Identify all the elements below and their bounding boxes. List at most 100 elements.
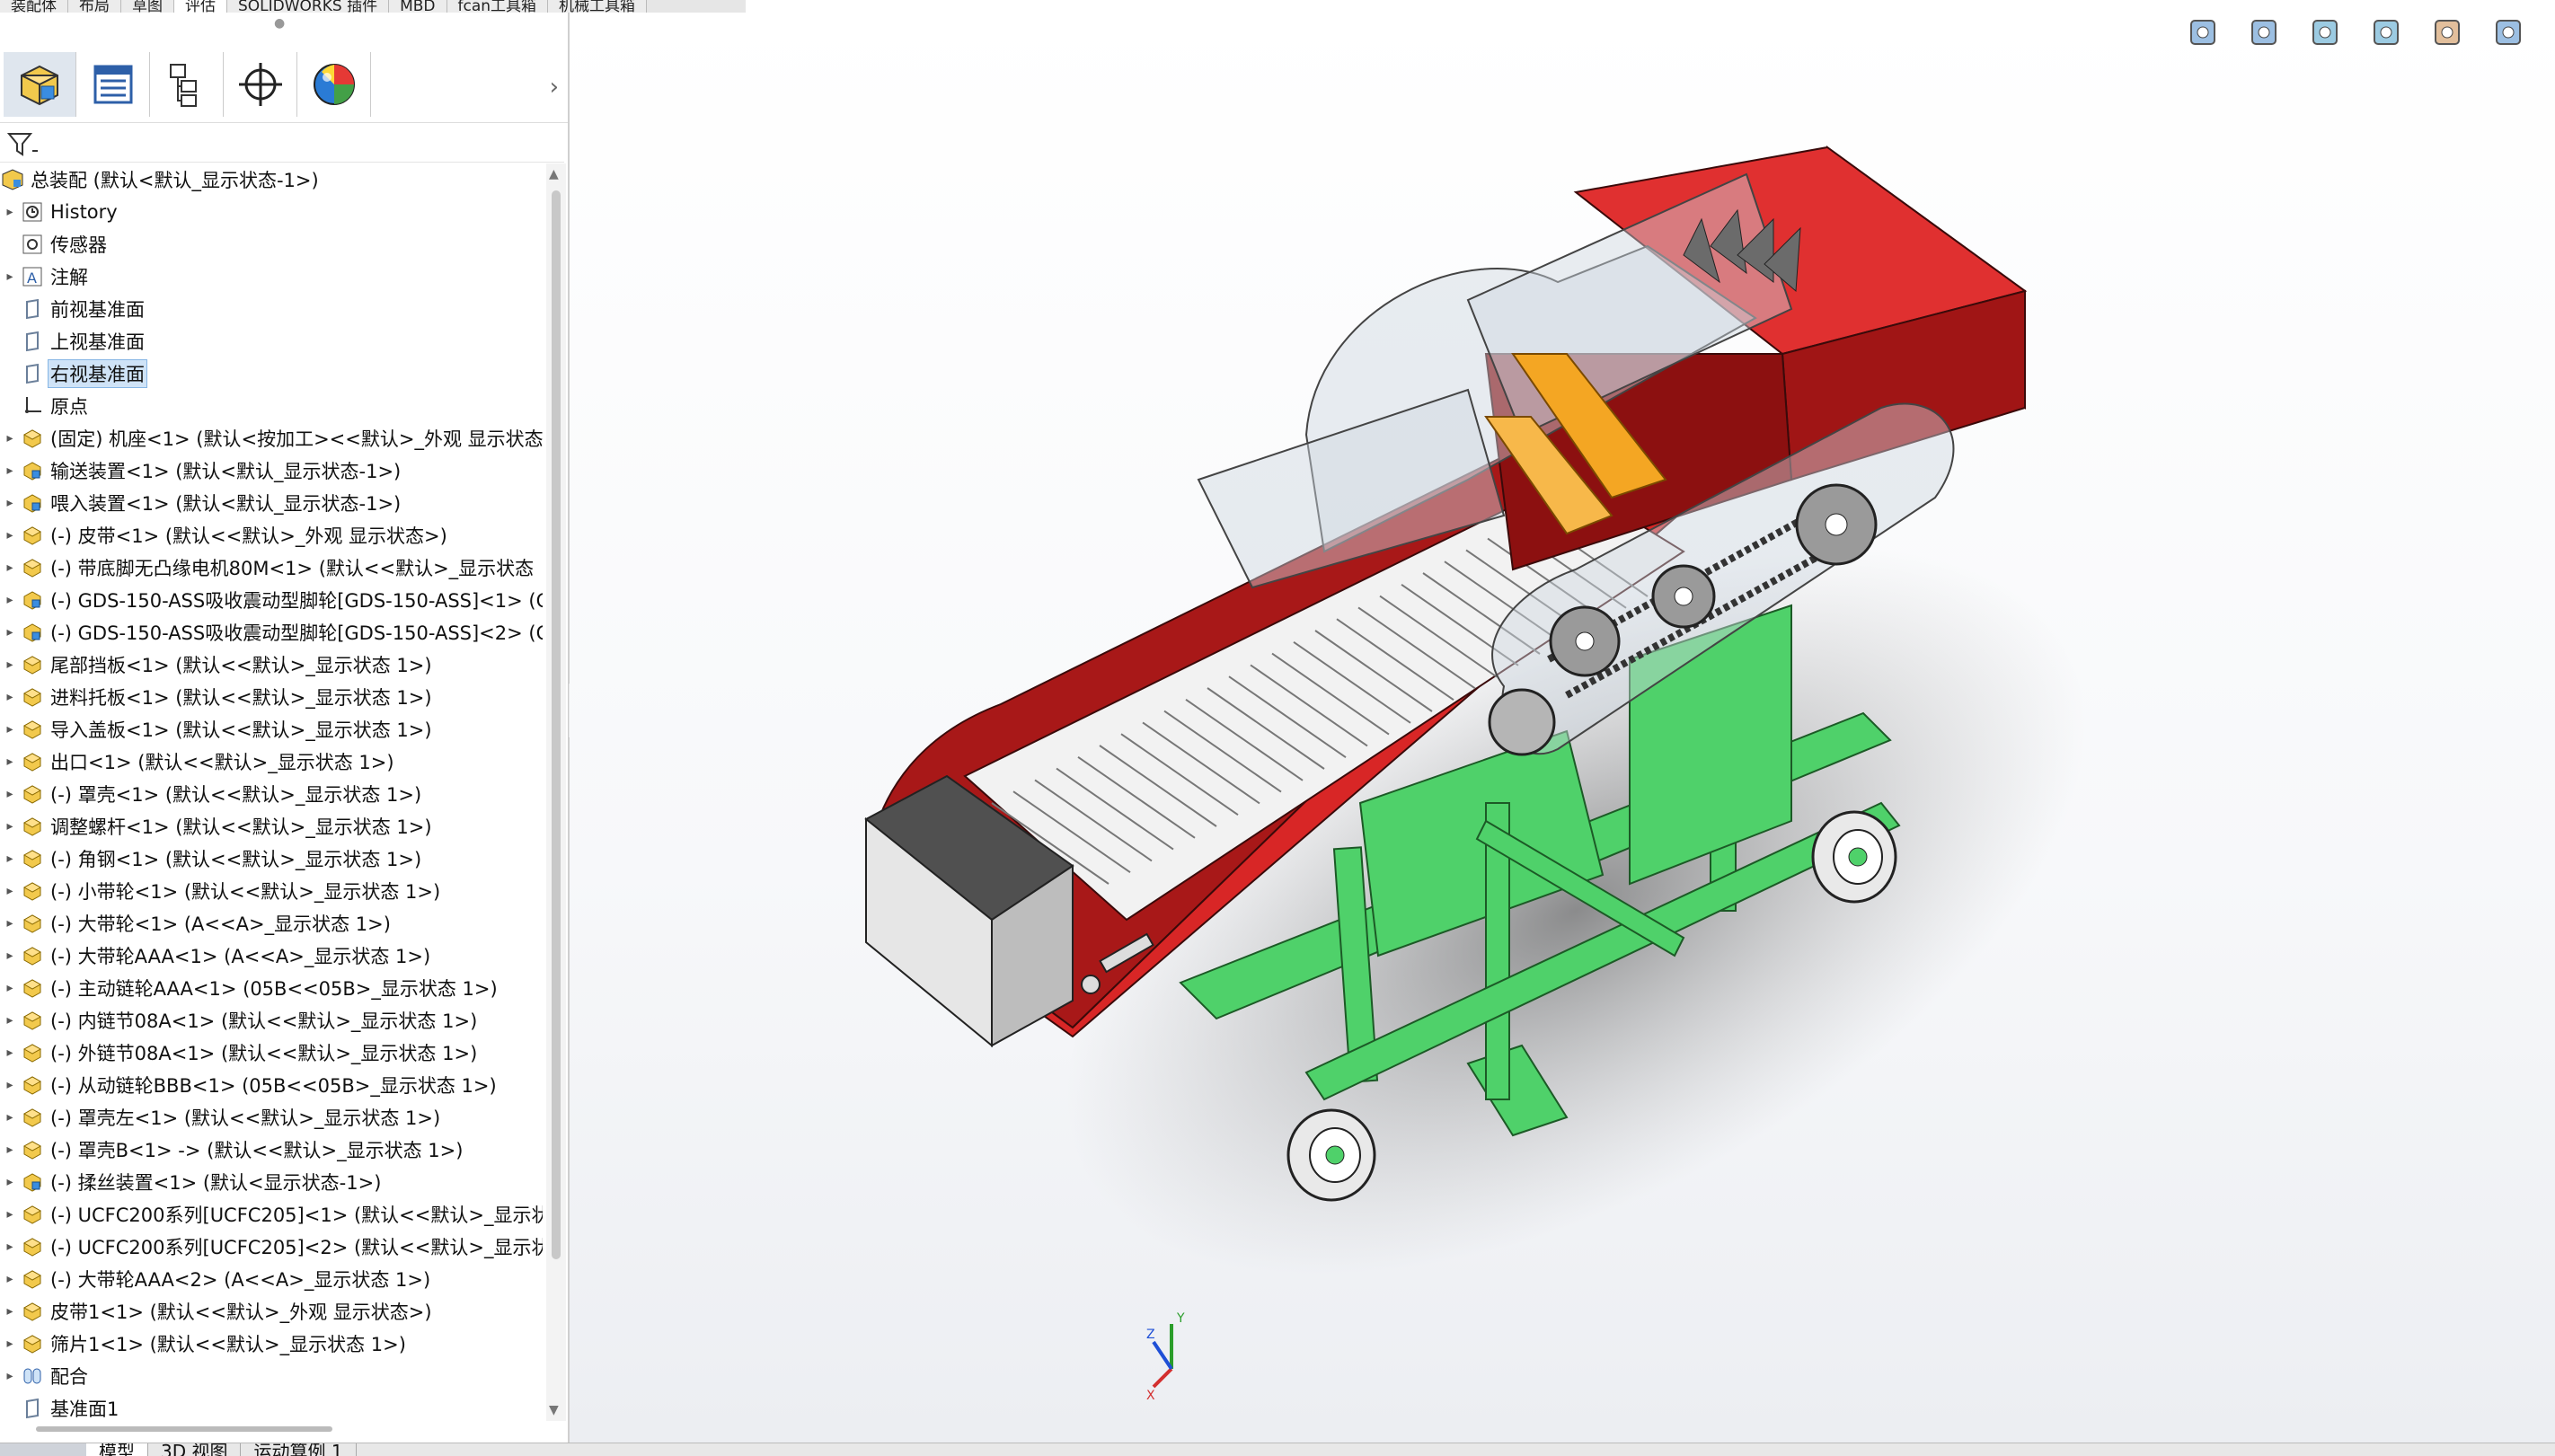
tab-fcan-toolbox[interactable]: fcan工具箱 (446, 0, 549, 13)
expand-arrow-icon[interactable]: ▸ (0, 593, 20, 607)
expand-arrow-icon[interactable]: ▸ (0, 1143, 20, 1157)
tree-item[interactable]: ▸ (-) GDS-150-ASS吸收震动型脚轮[GDS-150-ASS]<1> … (0, 584, 543, 616)
subassembly-icon (20, 490, 45, 516)
expand-arrow-icon[interactable]: ▸ (0, 1078, 20, 1092)
expand-arrow-icon[interactable]: ▸ (0, 1110, 20, 1125)
tree-item[interactable]: ▸ (-) GDS-150-ASS吸收震动型脚轮[GDS-150-ASS]<2> … (0, 616, 543, 649)
tree-root-assembly[interactable]: 总装配 (默认<默认_显示状态-1>) (0, 163, 543, 196)
filter-icon[interactable] (7, 131, 38, 158)
dimxpert-tab[interactable] (225, 52, 297, 117)
tree-item[interactable]: ▸ (-) 内链节08A<1> (默认<<默认>_显示状态 1>) (0, 1004, 543, 1037)
tree-item[interactable]: ▸ (-) 大带轮AAA<1> (A<<A>_显示状态 1>) (0, 940, 543, 972)
tree-item[interactable]: ▸ 配合 (0, 1360, 543, 1392)
configurationmanager-tab[interactable] (151, 52, 224, 117)
tree-item[interactable]: ▸ (-) 大带轮<1> (A<<A>_显示状态 1>) (0, 907, 543, 940)
expand-arrow-icon[interactable]: ▸ (0, 463, 20, 478)
tree-item[interactable]: 原点 (0, 390, 543, 422)
tree-item[interactable]: ▸ (固定) 机座<1> (默认<按加工><<默认>_外观 显示状态 (0, 422, 543, 454)
tree-item[interactable]: ▸ 输送装置<1> (默认<默认_显示状态-1>) (0, 454, 543, 487)
expand-arrow-icon[interactable]: ▸ (0, 625, 20, 640)
tree-item[interactable]: ▸ A 注解 (0, 260, 543, 293)
tree-item[interactable]: ▸ History (0, 196, 543, 228)
tree-item[interactable]: ▸ (-) 从动链轮BBB<1> (05B<<05B>_显示状态 1>) (0, 1069, 543, 1101)
expand-arrow-icon[interactable]: ▸ (0, 560, 20, 575)
tree-item[interactable]: 前视基准面 (0, 293, 543, 325)
tab-solidworks-addins[interactable]: SOLIDWORKS 插件 (227, 0, 390, 13)
tree-item[interactable]: ▸ (-) 罩壳B<1> -> (默认<<默认>_显示状态 1>) (0, 1134, 543, 1166)
tree-item[interactable]: 基准面1 (0, 1392, 543, 1421)
expand-arrow-icon[interactable]: ▸ (0, 431, 20, 446)
expand-arrow-icon[interactable]: ▸ (0, 949, 20, 963)
expand-arrow-icon[interactable]: ▸ (0, 496, 20, 510)
tab-mbd[interactable]: MBD (389, 0, 447, 13)
expand-arrow-icon[interactable]: ▸ (0, 1240, 20, 1254)
expand-arrow-icon[interactable]: ▸ (0, 1337, 20, 1351)
expand-arrow-icon[interactable]: ▸ (0, 269, 20, 284)
tree-item[interactable]: ▸ (-) 皮带<1> (默认<<默认>_外观 显示状态>) (0, 519, 543, 552)
tree-item[interactable]: ▸ (-) 主动链轮AAA<1> (05B<<05B>_显示状态 1>) (0, 972, 543, 1004)
expand-arrow-icon[interactable]: ▸ (0, 1013, 20, 1028)
tree-item[interactable]: ▸ (-) 角钢<1> (默认<<默认>_显示状态 1>) (0, 843, 543, 875)
tree-item[interactable]: ▸ (-) 大带轮AAA<2> (A<<A>_显示状态 1>) (0, 1263, 543, 1295)
tree-item[interactable]: 上视基准面 (0, 325, 543, 357)
expand-arrow-icon[interactable]: ▸ (0, 1304, 20, 1319)
tree-item[interactable]: ▸ 出口<1> (默认<<默认>_显示状态 1>) (0, 746, 543, 778)
tree-item[interactable]: 传感器 (0, 228, 543, 260)
tab-motion-study[interactable]: 运动算例 1 (241, 1443, 357, 1456)
tab-evaluate[interactable]: 评估 (174, 0, 227, 13)
tree-item[interactable]: ▸ 调整螺杆<1> (默认<<默认>_显示状态 1>) (0, 810, 543, 843)
expand-arrow-icon[interactable]: ▸ (0, 1272, 20, 1286)
tab-sketch[interactable]: 草图 (121, 0, 174, 13)
tree-item[interactable]: ▸ (-) UCFC200系列[UCFC205]<1> (默认<<默认>_显示状 (0, 1198, 543, 1231)
expand-arrow-icon[interactable]: ▸ (0, 657, 20, 672)
tree-item[interactable]: ▸ 导入盖板<1> (默认<<默认>_显示状态 1>) (0, 713, 543, 746)
tree-item[interactable]: 右视基准面 (0, 357, 543, 390)
expand-arrow-icon[interactable]: ▸ (0, 1046, 20, 1060)
expand-arrow-icon[interactable]: ▸ (0, 787, 20, 801)
expand-arrow-icon[interactable]: ▸ (0, 722, 20, 737)
expand-arrow-icon[interactable]: ▸ (0, 528, 20, 543)
tree-item[interactable]: ▸ (-) 外链节08A<1> (默认<<默认>_显示状态 1>) (0, 1037, 543, 1069)
panel-grip-icon[interactable]: ● (274, 16, 285, 31)
expand-arrow-icon[interactable]: ▸ (0, 819, 20, 834)
tab-mech-toolbox[interactable]: 机械工具箱 (548, 0, 648, 13)
tree-item[interactable]: ▸ 喂入装置<1> (默认<默认_显示状态-1>) (0, 487, 543, 519)
tree-item[interactable]: ▸ (-) 揉丝装置<1> (默认<显示状态-1>) (0, 1166, 543, 1198)
expand-arrow-icon[interactable]: ▸ (0, 1207, 20, 1222)
displaymanager-tab[interactable] (298, 52, 371, 117)
scrollbar-thumb[interactable] (552, 190, 561, 1259)
expand-arrow-icon[interactable]: ▸ (0, 852, 20, 866)
expand-arrow-icon[interactable]: ▸ (0, 1175, 20, 1189)
tree-item[interactable]: ▸ (-) 罩壳<1> (默认<<默认>_显示状态 1>) (0, 778, 543, 810)
expand-arrow-icon[interactable]: ▸ (0, 205, 20, 219)
tab-model[interactable]: 模型 (86, 1443, 148, 1456)
tree-vertical-scrollbar[interactable]: ▲ ▼ (546, 163, 566, 1421)
tree-item[interactable]: ▸ (-) 罩壳左<1> (默认<<默认>_显示状态 1>) (0, 1101, 543, 1134)
chaff-cutter-3d-model[interactable] (570, 13, 2555, 1443)
tree-item[interactable]: ▸ (-) 小带轮<1> (默认<<默认>_显示状态 1>) (0, 875, 543, 907)
chevron-right-icon[interactable]: › (550, 74, 559, 101)
propertymanager-tab[interactable] (77, 52, 150, 117)
expand-arrow-icon[interactable]: ▸ (0, 916, 20, 931)
expand-arrow-icon[interactable]: ▸ (0, 884, 20, 898)
tree-item[interactable]: ▸ 尾部挡板<1> (默认<<默认>_显示状态 1>) (0, 649, 543, 681)
tree-horizontal-scrollbar[interactable] (36, 1426, 332, 1432)
tab-layout[interactable]: 布局 (68, 0, 121, 13)
tree-item[interactable]: ▸ 进料托板<1> (默认<<默认>_显示状态 1>) (0, 681, 543, 713)
tab-scroll-buttons[interactable] (0, 1443, 86, 1456)
tree-item[interactable]: ▸ 筛片1<1> (默认<<默认>_显示状态 1>) (0, 1328, 543, 1360)
scroll-up-icon[interactable]: ▲ (549, 167, 559, 181)
tree-item[interactable]: ▸ (-) 带底脚无凸缘电机80M<1> (默认<<默认>_显示状态 (0, 552, 543, 584)
tree-item[interactable]: ▸ 皮带1<1> (默认<<默认>_外观 显示状态>) (0, 1295, 543, 1328)
graphics-area[interactable]: Y X Z (570, 13, 2555, 1443)
tab-assembly[interactable]: 装配体 (0, 0, 68, 13)
scroll-down-icon[interactable]: ▼ (549, 1403, 559, 1417)
expand-arrow-icon[interactable]: ▸ (0, 690, 20, 704)
featuremanager-tab[interactable] (4, 52, 76, 117)
tree-item-label: 注解 (50, 267, 88, 288)
expand-arrow-icon[interactable]: ▸ (0, 981, 20, 995)
tree-item[interactable]: ▸ (-) UCFC200系列[UCFC205]<2> (默认<<默认>_显示状 (0, 1231, 543, 1263)
tab-3d-views[interactable]: 3D 视图 (148, 1443, 242, 1456)
expand-arrow-icon[interactable]: ▸ (0, 1369, 20, 1383)
expand-arrow-icon[interactable]: ▸ (0, 754, 20, 769)
